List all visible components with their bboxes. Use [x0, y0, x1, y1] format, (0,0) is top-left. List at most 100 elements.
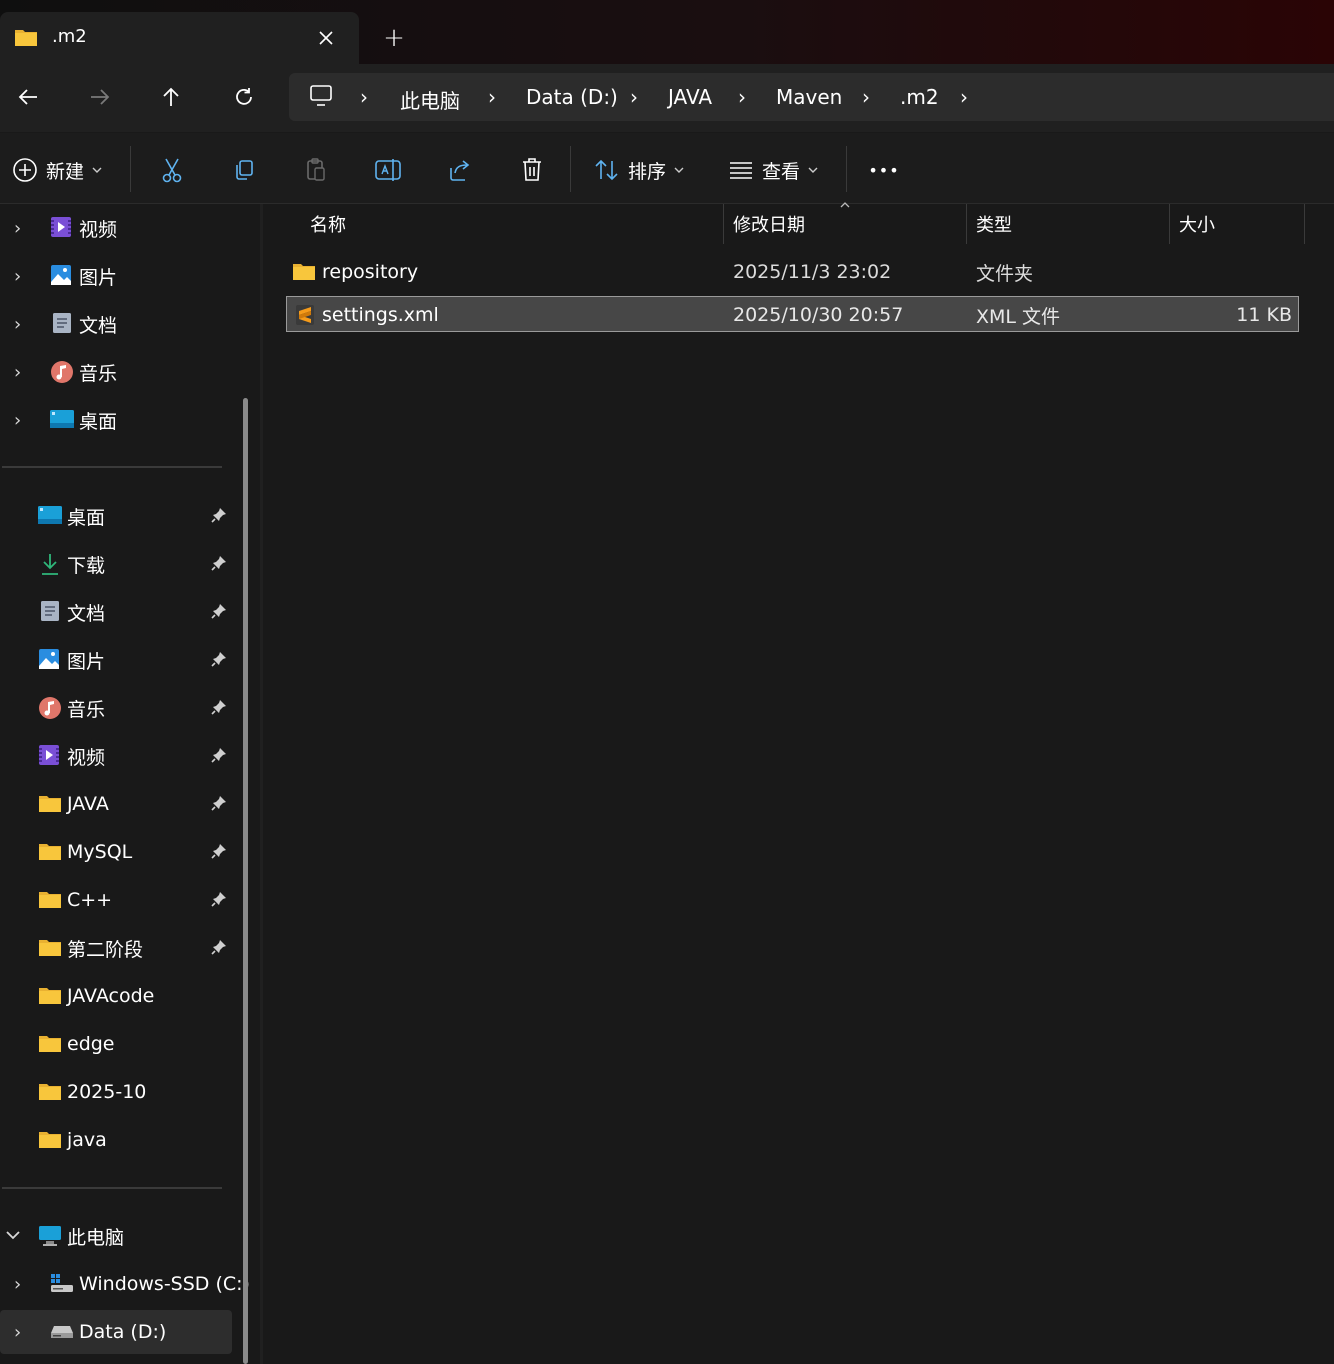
file-type: XML 文件: [976, 305, 1061, 328]
breadcrumb-m2[interactable]: .m2: [900, 85, 939, 109]
delete-button[interactable]: [512, 150, 552, 190]
pin-icon[interactable]: [210, 938, 228, 956]
column-divider[interactable]: [1169, 204, 1170, 244]
view-button[interactable]: 查看: [728, 150, 820, 190]
sidebar-item-edge[interactable]: edge: [0, 1022, 240, 1066]
sidebar-item-pictures[interactable]: 图片: [0, 638, 240, 682]
sidebar-item-pictures[interactable]: › 图片: [0, 254, 240, 298]
folder-icon: [38, 795, 62, 813]
pin-icon[interactable]: [210, 650, 228, 668]
column-header-modified[interactable]: 修改日期: [733, 204, 953, 244]
sidebar-item-windows-ssd[interactable]: › Windows-SSD (C:): [0, 1262, 250, 1306]
chevron-right-icon[interactable]: ›: [14, 362, 34, 383]
pane-divider[interactable]: [260, 204, 263, 1364]
column-header-name[interactable]: 名称: [310, 204, 710, 244]
sidebar-item-this-pc[interactable]: 此电脑: [0, 1214, 240, 1258]
sidebar-item-documents[interactable]: 文档: [0, 590, 240, 634]
pin-icon[interactable]: [210, 794, 228, 812]
chevron-right-icon[interactable]: ›: [14, 410, 34, 431]
file-row-repository[interactable]: repository 2025/11/3 23:02 文件夹: [286, 254, 1299, 290]
more-options-button[interactable]: •••: [866, 150, 902, 190]
sidebar-item-data-d[interactable]: › Data (D:): [0, 1310, 232, 1354]
videos-icon: [38, 744, 60, 766]
sidebar-item-label: 桌面: [67, 506, 106, 529]
column-header-size[interactable]: 大小: [1179, 204, 1299, 244]
breadcrumb-maven[interactable]: Maven: [776, 85, 842, 109]
file-modified: 2025/10/30 20:57: [733, 304, 904, 326]
sidebar-item-music[interactable]: 音乐: [0, 686, 240, 730]
breadcrumb-java[interactable]: JAVA: [668, 85, 712, 109]
sidebar-item-desktop[interactable]: › 桌面: [0, 398, 240, 442]
back-button[interactable]: [6, 75, 50, 119]
breadcrumb-this-pc[interactable]: 此电脑: [400, 85, 460, 114]
chevron-right-icon[interactable]: ›: [14, 1274, 34, 1295]
breadcrumb-separator[interactable]: ›: [862, 85, 870, 109]
sidebar-item-javacode[interactable]: JAVAcode: [0, 974, 240, 1018]
sidebar-item-music[interactable]: › 音乐: [0, 350, 240, 394]
rename-button[interactable]: [368, 150, 408, 190]
close-icon[interactable]: [308, 20, 344, 56]
computer-icon[interactable]: [308, 84, 334, 108]
chevron-right-icon[interactable]: ›: [14, 314, 34, 335]
sort-label: 排序: [628, 160, 667, 183]
cut-button[interactable]: [152, 150, 192, 190]
tab-m2[interactable]: .m2: [0, 12, 359, 64]
chevron-right-icon[interactable]: ›: [14, 266, 34, 287]
sidebar-item-label: 文档: [79, 314, 118, 337]
pin-icon[interactable]: [210, 746, 228, 764]
videos-icon: [50, 216, 72, 238]
breadcrumb-separator[interactable]: ›: [960, 85, 968, 109]
column-divider[interactable]: [723, 204, 724, 244]
breadcrumb-separator[interactable]: ›: [738, 85, 746, 109]
sidebar-item-java[interactable]: JAVA: [0, 782, 240, 826]
breadcrumb-separator[interactable]: ›: [360, 85, 368, 109]
column-header-type[interactable]: 类型: [976, 204, 1156, 244]
column-divider[interactable]: [966, 204, 967, 244]
refresh-button[interactable]: [222, 75, 266, 119]
sidebar-item-desktop[interactable]: 桌面: [0, 494, 240, 538]
sidebar-item-label: MySQL: [67, 841, 133, 863]
sidebar-item-cpp[interactable]: C++: [0, 878, 240, 922]
sidebar-item-videos[interactable]: 视频: [0, 734, 240, 778]
new-button[interactable]: 新建: [12, 150, 104, 190]
sublime-file-icon: [296, 305, 314, 325]
documents-icon: [40, 600, 60, 622]
file-name: repository: [322, 261, 419, 283]
share-button[interactable]: [440, 150, 480, 190]
column-divider[interactable]: [1304, 204, 1305, 244]
folder-icon: [38, 891, 62, 909]
sort-button[interactable]: 排序: [594, 150, 686, 190]
pin-icon[interactable]: [210, 554, 228, 572]
pin-icon[interactable]: [210, 890, 228, 908]
pin-icon[interactable]: [210, 602, 228, 620]
sidebar-item-2025-10[interactable]: 2025-10: [0, 1070, 240, 1114]
sidebar-item-label: 下载: [67, 554, 106, 577]
paste-icon: [307, 158, 325, 181]
up-button[interactable]: [149, 75, 193, 119]
sidebar-scrollbar[interactable]: [243, 398, 248, 1364]
sidebar-item-mysql[interactable]: MySQL: [0, 830, 240, 874]
copy-button[interactable]: [224, 150, 264, 190]
breadcrumb-separator[interactable]: ›: [630, 85, 638, 109]
folder-icon: [38, 1083, 62, 1101]
sidebar-item-java-lower[interactable]: java: [0, 1118, 240, 1162]
sidebar-item-label: 桌面: [79, 410, 118, 433]
breadcrumb-separator[interactable]: ›: [488, 85, 496, 109]
new-tab-button[interactable]: +: [376, 20, 412, 56]
chevron-right-icon[interactable]: ›: [14, 218, 34, 239]
chevron-right-icon[interactable]: ›: [14, 1322, 34, 1343]
sidebar-item-downloads[interactable]: 下载: [0, 542, 240, 586]
sidebar-item-label: java: [67, 1129, 107, 1151]
breadcrumb-data-d[interactable]: Data (D:): [526, 85, 618, 109]
forward-button[interactable]: [78, 75, 122, 119]
pin-icon[interactable]: [210, 698, 228, 716]
sidebar-item-stage-two[interactable]: 第二阶段: [0, 926, 240, 970]
paste-button[interactable]: [296, 150, 336, 190]
sidebar-item-documents[interactable]: › 文档: [0, 302, 240, 346]
sidebar-item-videos[interactable]: › 视频: [0, 206, 240, 250]
pin-icon[interactable]: [210, 842, 228, 860]
chevron-down-icon[interactable]: [4, 1226, 22, 1244]
pin-icon[interactable]: [210, 506, 228, 524]
sidebar-item-label: 文档: [67, 602, 106, 625]
file-row-settings-xml[interactable]: settings.xml 2025/10/30 20:57 XML 文件 11 …: [286, 296, 1299, 332]
